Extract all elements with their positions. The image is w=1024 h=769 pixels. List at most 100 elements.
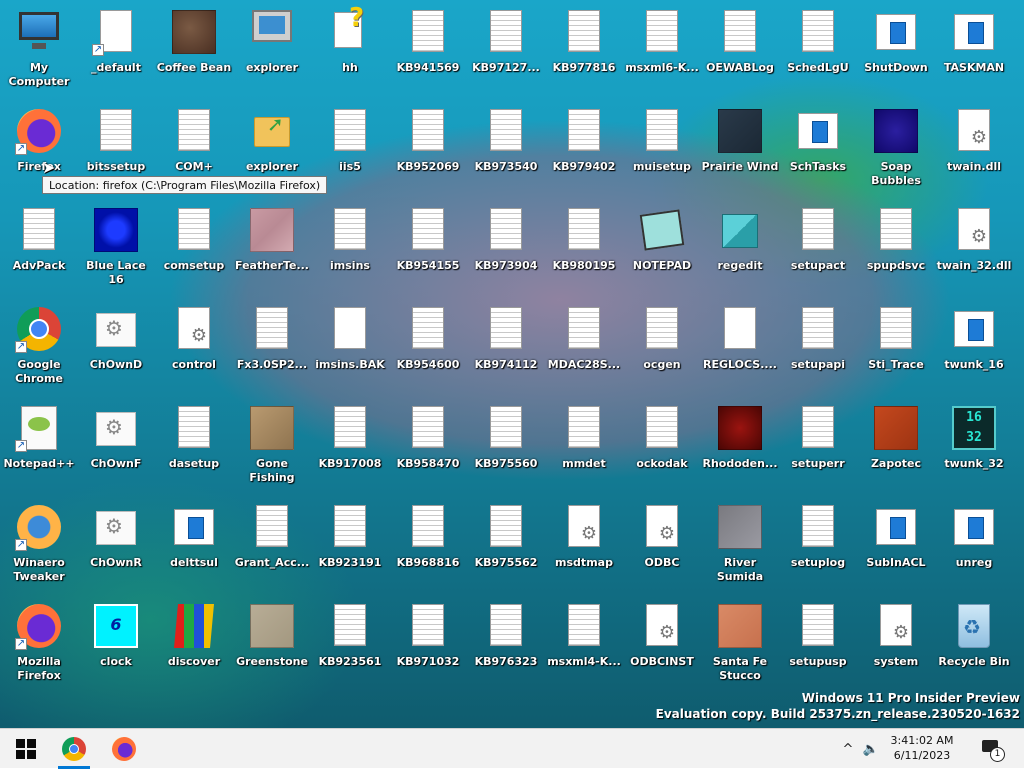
desktop-icon[interactable]: Google Chrome bbox=[0, 301, 78, 393]
desktop-icon[interactable]: Winaero Tweaker bbox=[0, 499, 78, 591]
desktop-icon[interactable]: KB941569 bbox=[389, 4, 467, 96]
desktop-icon[interactable]: msxml4-K... bbox=[545, 598, 623, 690]
desktop-icon[interactable]: KB975560 bbox=[467, 400, 545, 492]
desktop-icon-label: Firefox bbox=[17, 160, 61, 173]
desktop-icon[interactable]: My Computer bbox=[0, 4, 78, 96]
desktop-icon-label: dasetup bbox=[168, 457, 220, 470]
gear-document-icon bbox=[170, 305, 218, 353]
desktop-icon[interactable]: KB977816 bbox=[545, 4, 623, 96]
desktop-icon[interactable]: Gone Fishing bbox=[233, 400, 311, 492]
desktop-icon[interactable]: muisetup bbox=[623, 103, 701, 195]
desktop-icon[interactable]: hh bbox=[311, 3, 389, 96]
desktop-icon[interactable]: KB976323 bbox=[467, 598, 545, 690]
desktop-icon[interactable]: OEWABLog bbox=[701, 4, 779, 96]
desktop-icon[interactable]: Blue Lace 16 bbox=[77, 202, 155, 294]
desktop-icon[interactable]: Zapotec bbox=[857, 400, 935, 492]
desktop-icon[interactable]: ockodak bbox=[623, 400, 701, 492]
desktop-icon[interactable]: 16 32 twunk_32 bbox=[935, 400, 1013, 492]
desktop-icon[interactable]: SchTasks bbox=[779, 103, 857, 195]
taskbar-chrome-button[interactable] bbox=[52, 729, 96, 769]
desktop-icon[interactable]: msxml6-K... bbox=[623, 4, 701, 96]
desktop-icon-label: ChOwnF bbox=[90, 457, 142, 470]
desktop-icon[interactable]: dasetup bbox=[155, 400, 233, 492]
desktop-icon[interactable]: discover bbox=[155, 598, 233, 690]
desktop-icon[interactable]: ChOwnD bbox=[77, 301, 155, 393]
desktop-icon[interactable]: twunk_16 bbox=[935, 301, 1013, 393]
desktop-icon[interactable]: twain.dll bbox=[935, 103, 1013, 195]
desktop-icon[interactable]: KB975562 bbox=[467, 499, 545, 591]
desktop-icon[interactable]: Mozilla Firefox bbox=[0, 598, 78, 690]
desktop-icon[interactable]: Notepad++ bbox=[0, 400, 78, 492]
desktop-icon[interactable]: AdvPack bbox=[0, 202, 78, 294]
desktop-icon[interactable]: NOTEPAD bbox=[623, 202, 701, 294]
desktop-icon[interactable]: setuperr bbox=[779, 400, 857, 492]
taskbar-firefox-button[interactable] bbox=[102, 729, 146, 769]
desktop-icon[interactable]: ODBC bbox=[623, 499, 701, 591]
desktop-icon[interactable]: KB979402 bbox=[545, 103, 623, 195]
desktop-icon[interactable]: Greenstone bbox=[233, 598, 311, 690]
desktop-icon[interactable]: ODBCINST bbox=[623, 598, 701, 690]
desktop-icon[interactable]: control bbox=[155, 301, 233, 393]
desktop-icon[interactable]: explorer bbox=[233, 4, 311, 96]
taskbar-clock[interactable]: 3:41:02 AM 6/11/2023 bbox=[882, 733, 962, 763]
desktop-icon[interactable]: Soap Bubbles bbox=[857, 103, 935, 195]
desktop-icon[interactable]: Fx3.0SP2... bbox=[233, 301, 311, 393]
desktop-icon[interactable]: Santa Fe Stucco bbox=[701, 598, 779, 690]
desktop-icon[interactable]: TASKMAN bbox=[935, 4, 1013, 96]
desktop-icon[interactable]: ShutDown bbox=[857, 4, 935, 96]
desktop[interactable]: My Computer Firefox AdvPack Google Chrome No… bbox=[0, 0, 1024, 728]
desktop-icon[interactable]: setupapi bbox=[779, 301, 857, 393]
desktop-icon[interactable]: Grant_Acc... bbox=[233, 499, 311, 591]
desktop-icon[interactable]: River Sumida bbox=[701, 499, 779, 591]
desktop-icon[interactable]: KB954155 bbox=[389, 202, 467, 294]
desktop-icon[interactable]: ChOwnF bbox=[77, 400, 155, 492]
desktop-icon[interactable]: system bbox=[857, 598, 935, 690]
desktop-icon[interactable]: Recycle Bin bbox=[935, 598, 1013, 690]
gear-document-icon bbox=[950, 107, 998, 155]
desktop-icon[interactable]: Rhododen... bbox=[701, 400, 779, 492]
notification-center-button[interactable]: 1 bbox=[980, 737, 1005, 762]
desktop-icon[interactable]: SchedLgU bbox=[779, 4, 857, 96]
desktop-icon[interactable]: KB973540 bbox=[467, 103, 545, 195]
desktop-icon[interactable]: setupusp bbox=[779, 598, 857, 690]
desktop-icon[interactable]: KB974112 bbox=[467, 301, 545, 393]
desktop-icon[interactable]: KB923191 bbox=[311, 499, 389, 591]
desktop-icon[interactable]: Sti_Trace bbox=[857, 301, 935, 393]
desktop-icon[interactable]: Coffee Bean bbox=[155, 4, 233, 96]
desktop-icon[interactable]: KB973904 bbox=[467, 202, 545, 294]
desktop-icon[interactable]: ChOwnR bbox=[77, 499, 155, 591]
desktop-icon[interactable]: KB954600 bbox=[389, 301, 467, 393]
volume-icon[interactable]: 🔈 bbox=[860, 729, 882, 769]
desktop-icon[interactable]: 6 clock bbox=[77, 598, 155, 690]
desktop-icon[interactable]: KB980195 bbox=[545, 202, 623, 294]
desktop-icon[interactable]: ocgen bbox=[623, 301, 701, 393]
desktop-icon[interactable]: KB958470 bbox=[389, 400, 467, 492]
desktop-icon[interactable]: spupdsvc bbox=[857, 202, 935, 294]
desktop-icon[interactable]: KB97127... bbox=[467, 4, 545, 96]
desktop-icon[interactable]: comsetup bbox=[155, 202, 233, 294]
desktop-icon[interactable]: MDAC28S... bbox=[545, 301, 623, 393]
bmp-zapotec-icon bbox=[872, 404, 920, 452]
start-button[interactable] bbox=[4, 729, 48, 769]
desktop-icon[interactable]: KB952069 bbox=[389, 103, 467, 195]
show-hidden-icons-chevron-icon[interactable]: ^ bbox=[838, 729, 858, 769]
desktop-icon[interactable]: setupact bbox=[779, 202, 857, 294]
desktop-icon[interactable]: unreg bbox=[935, 499, 1013, 591]
desktop-icon[interactable]: _default bbox=[77, 4, 155, 96]
desktop-icon[interactable]: imsins.BAK bbox=[311, 301, 389, 393]
desktop-icon[interactable]: KB968816 bbox=[389, 499, 467, 591]
desktop-icon[interactable]: KB923561 bbox=[311, 598, 389, 690]
desktop-icon[interactable]: msdtmap bbox=[545, 499, 623, 591]
desktop-icon[interactable]: imsins bbox=[311, 202, 389, 294]
desktop-icon[interactable]: Prairie Wind bbox=[701, 103, 779, 195]
desktop-icon[interactable]: setuplog bbox=[779, 499, 857, 591]
desktop-icon[interactable]: REGLOCS.... bbox=[701, 301, 779, 393]
desktop-icon[interactable]: twain_32.dll bbox=[935, 202, 1013, 294]
desktop-icon[interactable]: KB917008 bbox=[311, 400, 389, 492]
desktop-icon[interactable]: FeatherTe... bbox=[233, 202, 311, 294]
desktop-icon[interactable]: regedit bbox=[701, 202, 779, 294]
desktop-icon[interactable]: mmdet bbox=[545, 400, 623, 492]
desktop-icon[interactable]: delttsul bbox=[155, 499, 233, 591]
desktop-icon[interactable]: SubInACL bbox=[857, 499, 935, 591]
desktop-icon[interactable]: KB971032 bbox=[389, 598, 467, 690]
